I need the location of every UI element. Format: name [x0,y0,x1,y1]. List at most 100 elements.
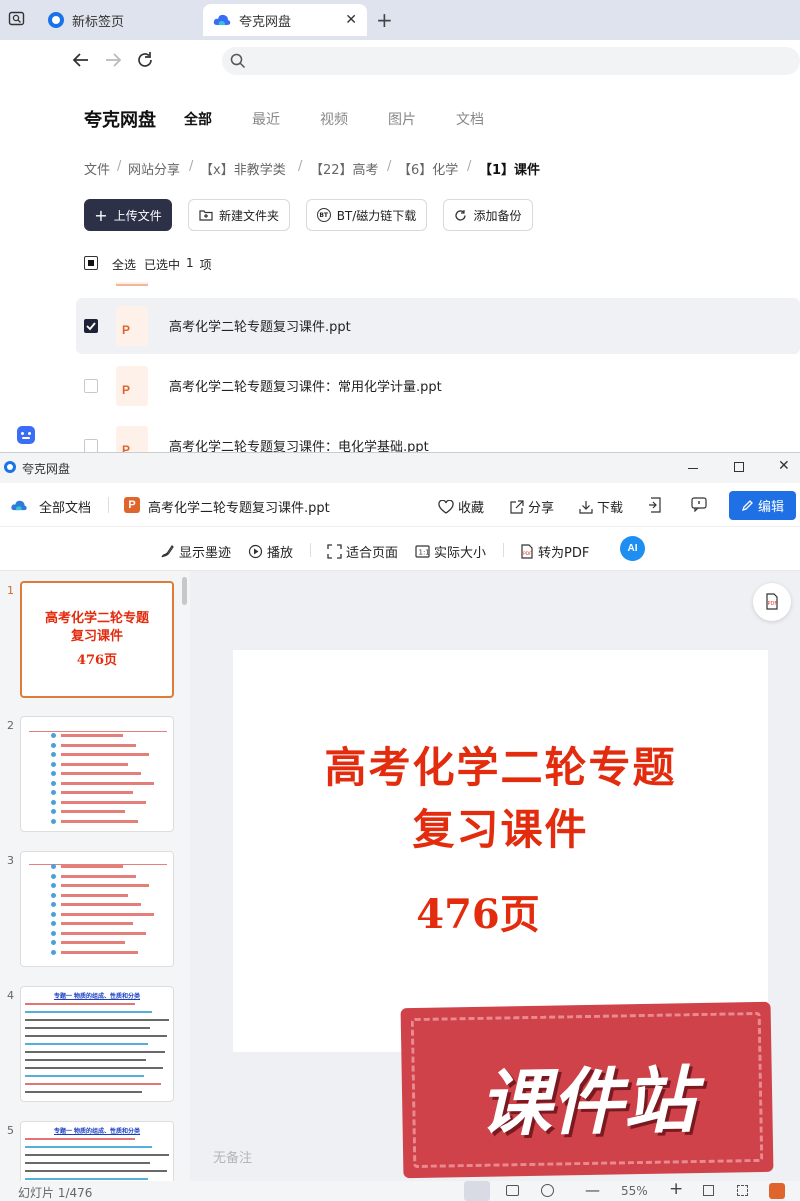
play-button[interactable]: 播放 [248,542,293,561]
back-arrow-icon[interactable] [72,51,90,69]
download-button[interactable]: 下载 [579,497,623,516]
slide-thumbnail-2[interactable] [20,716,174,832]
toc-line [61,743,136,747]
toc-bullet [51,761,56,767]
convert-pdf-button[interactable]: PDF 转为PDF [520,542,589,561]
file-row[interactable]: P 高考化学二轮专题复习课件：常用化学计量.ppt [76,358,800,414]
toc-bullet [51,911,56,917]
slide-thumbnail-5[interactable]: 专题一 物质的组成、性质和分类 [20,1121,174,1181]
minimize-button[interactable] [688,468,698,469]
toc-line [61,941,125,944]
breadcrumb-item[interactable]: 网站分享 [128,159,180,178]
breadcrumb-item[interactable]: 【22】高考 [310,159,379,178]
bt-download-button[interactable]: BT BT/磁力链下载 [306,199,427,231]
toc-line [61,772,141,775]
fit-screen-icon[interactable] [703,1185,714,1196]
actual-size-button[interactable]: 1:1 实际大小 [415,542,486,561]
slide-thumbnail-3[interactable] [20,851,174,967]
toc-bullet [51,921,56,926]
file-row[interactable]: P 高考化学二轮专题复习课件：电化学基础.ppt [76,418,800,452]
breadcrumb-item[interactable]: 文件 [84,159,110,178]
upload-button[interactable]: + 上传文件 [84,199,172,231]
address-bar[interactable] [222,47,800,75]
toc-line [61,800,146,804]
play-slideshow-button[interactable] [769,1183,785,1199]
toc-bullet [51,883,56,888]
notes-placeholder[interactable]: 无备注 [213,1147,252,1166]
ink-pen-icon [161,545,174,558]
slide-thumbnail-1[interactable]: 高考化学二轮专题 复习课件 476页 [20,581,174,698]
pdf-icon: PDF [521,544,533,559]
file-row[interactable]: P 高考化学二轮专题复习课件.ppt [76,298,800,354]
slide-thumbnail-4[interactable]: 专题一 物质的组成、性质和分类 [20,986,174,1102]
ai-assistant-icon[interactable]: AI [620,536,645,561]
save-to-icon[interactable] [648,497,662,513]
thumbnail-scrollbar[interactable] [182,577,187,605]
favorite-button[interactable]: 收藏 [438,497,484,516]
current-slide: 高考化学二轮专题 复习课件 476页 [233,650,768,1052]
fullscreen-icon[interactable] [737,1185,748,1196]
viewer-status-bar: 幻灯片 1/476 — 55% + [0,1179,800,1201]
file-name[interactable]: 高考化学二轮专题复习课件：电化学基础.ppt [169,436,429,452]
zoom-out-button[interactable]: — [585,1181,600,1199]
viewer-header: 全部文档 P 高考化学二轮专题复习课件.ppt 收藏 分享 下载 编辑 [0,483,800,527]
select-all-label[interactable]: 全选 [112,256,136,273]
notes-view-icon[interactable] [506,1185,519,1196]
file-checkbox[interactable] [84,319,98,333]
tab-search-icon[interactable] [8,10,26,28]
tab-close-icon[interactable]: ✕ [345,12,357,28]
assistant-robot-icon[interactable] [17,426,35,444]
zoom-in-button[interactable]: + [669,1179,683,1199]
maximize-button[interactable] [734,462,744,472]
toc-line [61,819,138,823]
menu-recent[interactable]: 最近 [252,109,280,129]
file-checkbox[interactable] [84,439,98,452]
toc-line [61,762,128,766]
breadcrumb-item[interactable]: 【6】化学 [398,159,458,178]
tab-new-tab[interactable]: 新标签页 [40,4,200,36]
toc-line [61,734,123,737]
add-backup-button[interactable]: 添加备份 [443,199,533,231]
text-line [25,1162,150,1164]
svg-text:PDF: PDF [523,551,532,557]
toc-bullet [51,949,56,955]
folder-plus-icon [199,209,213,221]
toc-bullet [51,892,56,898]
forward-arrow-icon[interactable] [104,51,122,69]
menu-all[interactable]: 全部 [184,109,212,129]
file-name[interactable]: 高考化学二轮专题复习课件：常用化学计量.ppt [169,376,442,395]
file-name[interactable]: 高考化学二轮专题复习课件.ppt [169,316,351,335]
menu-video[interactable]: 视频 [320,109,348,129]
menu-doc[interactable]: 文档 [456,109,484,129]
share-button[interactable]: 分享 [510,497,554,516]
fit-page-button[interactable]: 适合页面 [327,542,398,561]
thumb-header: 专题一 物质的组成、性质和分类 [53,1128,141,1135]
show-ink-button[interactable]: 显示墨迹 [160,542,231,561]
toc-bullet [51,873,56,879]
zoom-level: 55% [621,1184,648,1198]
pdf-export-float-icon[interactable]: PDF [753,583,791,621]
ppt-file-icon: P [116,426,148,452]
breadcrumb-item[interactable]: 【x】非教学类 [200,159,286,178]
file-checkbox[interactable] [84,379,98,393]
tab-label: 新标签页 [72,14,125,30]
reload-icon[interactable] [136,51,154,69]
edit-button[interactable]: 编辑 [729,491,796,520]
tab-quark-drive[interactable]: 夸克网盘 ✕ [203,4,367,36]
text-line [25,1043,148,1045]
toc-bullet [51,752,56,757]
normal-view-icon[interactable] [464,1181,490,1201]
all-docs-link[interactable]: 全部文档 [39,497,91,516]
select-all-checkbox[interactable] [84,256,98,270]
feedback-icon[interactable] [691,497,707,512]
browser-logo-icon [48,12,64,28]
menu-image[interactable]: 图片 [388,109,416,129]
new-folder-button[interactable]: 新建文件夹 [188,199,290,231]
toc-line [61,903,141,906]
document-viewer-window: 夸克网盘 ✕ 全部文档 P 高考化学二轮专题复习课件.ppt 收藏 分享 下载 [0,452,800,1201]
new-tab-button[interactable]: + [376,8,393,32]
play-icon [248,544,263,559]
close-window-button[interactable]: ✕ [778,458,790,474]
thumb-title-line2: 复习课件 [70,629,123,644]
web-view-icon[interactable] [541,1184,554,1197]
